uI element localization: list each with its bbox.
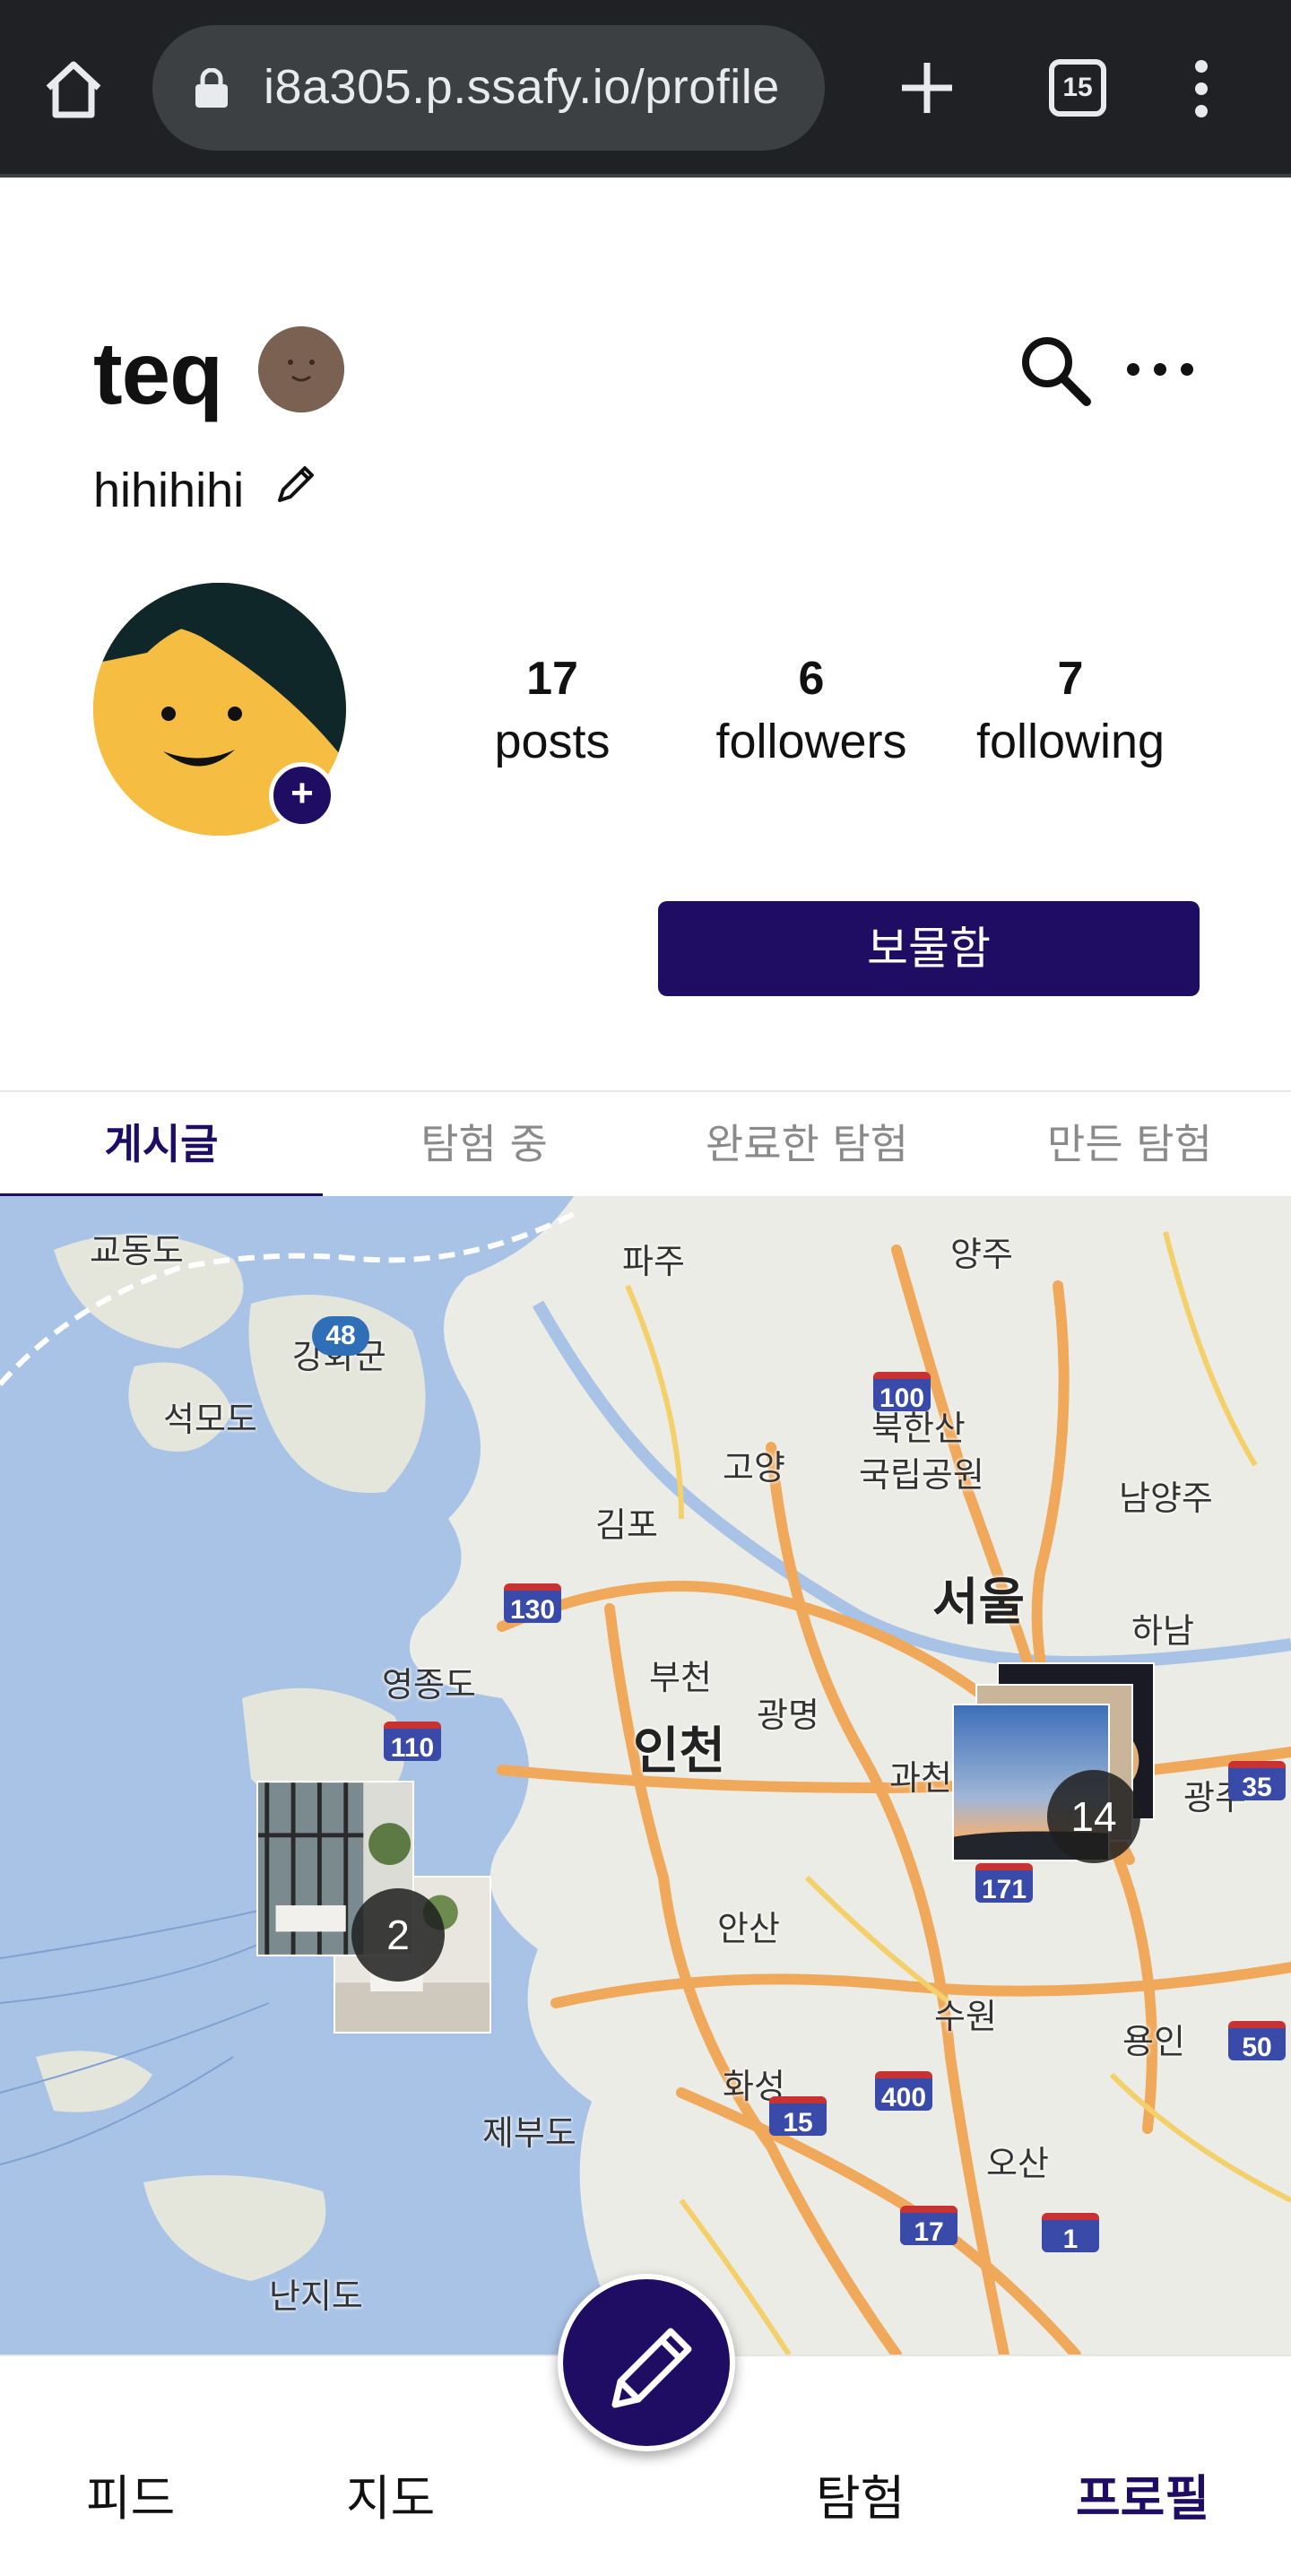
map-label-namyangju: 남양주 xyxy=(1119,1479,1213,1518)
edit-bio-icon[interactable] xyxy=(274,461,317,506)
posts-map[interactable]: 교동도 파주 양주 강화군 석모도 북한산 국립공원 고양 김포 남양주 서울 … xyxy=(0,1196,1291,2355)
map-label-paju: 파주 xyxy=(622,1242,685,1281)
posts-label: posts xyxy=(494,715,611,768)
nav-profile[interactable]: 프로필 xyxy=(1076,2459,1209,2529)
following-count: 7 xyxy=(1057,653,1084,705)
address-bar[interactable]: i8a305.p.ssafy.io/profile xyxy=(152,25,825,151)
tab-switcher-button[interactable]: 15 xyxy=(1049,59,1106,117)
cluster-count: 14 xyxy=(1047,1770,1140,1863)
map-label-gimpo: 김포 xyxy=(595,1505,658,1545)
route-shield-110: 110 xyxy=(384,1722,441,1763)
map-label-gwangmyeong: 광명 xyxy=(757,1696,819,1735)
route-shield-15: 15 xyxy=(769,2096,827,2138)
add-avatar-button[interactable]: + xyxy=(269,762,335,828)
map-label-seoul: 서울 xyxy=(932,1574,1026,1632)
browser-toolbar: i8a305.p.ssafy.io/profile 15 xyxy=(0,0,1291,178)
profile-tabs: 게시글 탐험 중 완료한 탐험 만든 탐험 xyxy=(0,1090,1291,1198)
more-options-icon[interactable] xyxy=(1124,351,1196,387)
stat-following[interactable]: 7 following xyxy=(963,647,1178,773)
map-label-gwacheon: 과천 xyxy=(889,1758,952,1798)
followers-count: 6 xyxy=(798,653,825,705)
map-label-gyodongdo: 교동도 xyxy=(90,1231,184,1271)
stat-followers[interactable]: 6 followers xyxy=(704,647,919,773)
tab-posts[interactable]: 게시글 xyxy=(0,1092,323,1198)
map-label-yangju: 양주 xyxy=(950,1235,1013,1274)
route-shield-1: 1 xyxy=(1042,2213,1099,2254)
followers-label: followers xyxy=(715,715,907,768)
route-shield-48: 48 xyxy=(312,1316,369,1356)
following-label: following xyxy=(975,715,1165,768)
map-label-seongmodo: 석모도 xyxy=(163,1400,257,1439)
lock-icon xyxy=(195,68,228,108)
url-text: i8a305.p.ssafy.io/profile xyxy=(264,60,780,114)
cluster-count: 2 xyxy=(351,1888,445,1982)
stat-posts[interactable]: 17 posts xyxy=(445,647,660,773)
nav-feed[interactable]: 피드 xyxy=(86,2459,175,2529)
route-shield-130: 130 xyxy=(504,1583,561,1625)
new-tab-icon[interactable] xyxy=(897,57,957,118)
posts-count: 17 xyxy=(526,653,578,705)
treasure-box-button[interactable]: 보물함 xyxy=(658,901,1200,996)
nav-explore[interactable]: 탐험 xyxy=(816,2459,905,2529)
route-shield-17: 17 xyxy=(900,2206,957,2247)
nav-map[interactable]: 지도 xyxy=(346,2459,435,2529)
profile-bio: hihihihi xyxy=(93,464,245,517)
map-label-suwon: 수원 xyxy=(934,1997,997,2036)
map-photo-cluster[interactable]: 2 xyxy=(256,1781,495,2041)
map-label-ansan: 안산 xyxy=(717,1909,780,1948)
tab-completed-explorations[interactable]: 완료한 탐험 xyxy=(646,1092,968,1198)
map-label-osan: 오산 xyxy=(986,2144,1049,2183)
map-label-hanam: 하남 xyxy=(1131,1611,1194,1651)
route-shield-35: 35 xyxy=(1228,1761,1286,1802)
route-shield-50: 50 xyxy=(1228,2021,1286,2062)
tab-exploring[interactable]: 탐험 중 xyxy=(323,1092,646,1198)
map-label-goyang: 고양 xyxy=(723,1448,785,1487)
map-label-incheon: 인천 xyxy=(633,1722,726,1781)
map-label-yongin: 용인 xyxy=(1122,2022,1185,2061)
search-icon[interactable] xyxy=(1017,332,1092,407)
browser-menu-icon[interactable] xyxy=(1183,59,1219,118)
write-post-button[interactable] xyxy=(558,2274,735,2451)
username: teq xyxy=(93,324,223,422)
map-label-jebudo: 제부도 xyxy=(482,2113,576,2153)
map-label-nanjido: 난지도 xyxy=(269,2277,363,2316)
route-shield-100: 100 xyxy=(873,1372,931,1413)
home-icon[interactable] xyxy=(41,57,106,122)
map-label-national-park: 국립공원 xyxy=(859,1455,984,1495)
map-label-bucheon: 부천 xyxy=(649,1658,712,1697)
pencil-icon xyxy=(611,2328,692,2408)
route-shield-400: 400 xyxy=(875,2071,932,2112)
mood-emoji-icon[interactable] xyxy=(258,326,344,412)
tab-created-explorations[interactable]: 만든 탐험 xyxy=(968,1092,1291,1198)
map-label-yeongjongdo: 영종도 xyxy=(382,1665,476,1704)
map-photo-cluster[interactable]: 14 xyxy=(952,1662,1160,1895)
